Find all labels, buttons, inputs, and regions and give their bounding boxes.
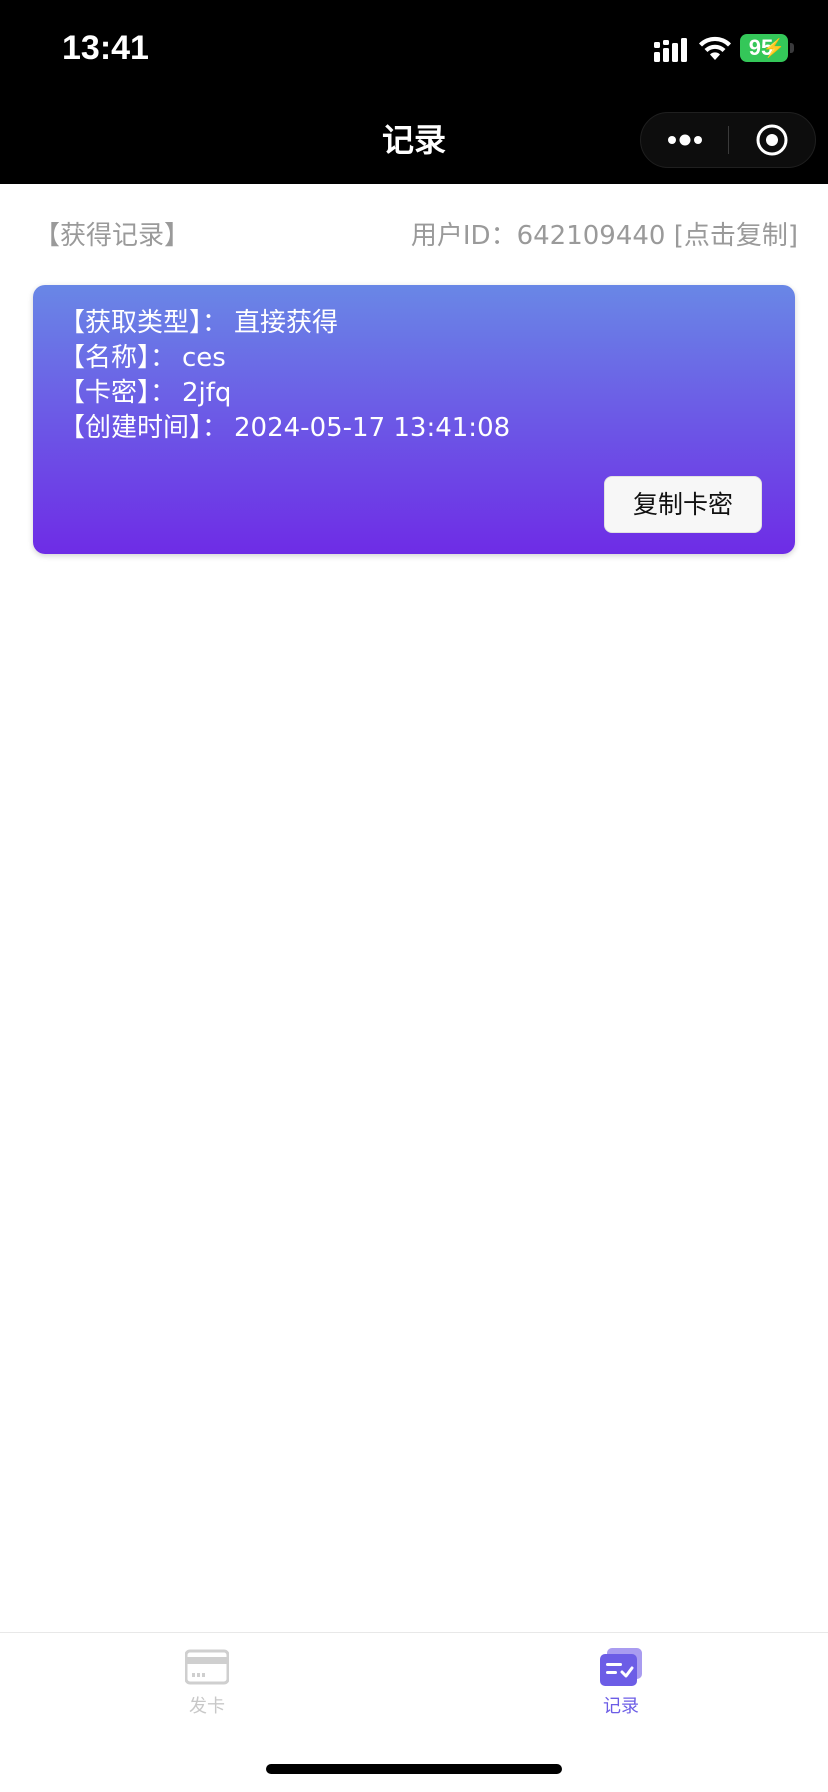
record-type-row: 【获取类型】： 直接获得 [59,305,338,341]
record-code-value: 2jfq [182,378,232,408]
tab-records-label: 记录 [603,1696,639,1717]
card-icon [185,1649,229,1685]
screen: 13:41 95 ⚡ 记录 【获得记录】 用户ID：642109440 [点击复… [0,0,828,1792]
records-icon [600,1648,642,1686]
copy-code-button[interactable]: 复制卡密 [604,476,762,533]
home-indicator [266,1764,562,1774]
record-created-label: 【创建时间】： [59,413,229,443]
record-code-row: 【卡密】： 2jfq [59,375,231,411]
top-bar: 13:41 95 ⚡ 记录 [0,0,828,184]
tab-issue-card-label: 发卡 [189,1696,225,1717]
records-heading: 【获得记录】 [34,221,191,251]
tab-issue-card[interactable]: 发卡 [107,1633,307,1743]
battery-indicator: 95 ⚡ [740,34,788,62]
record-name-label: 【名称】： [59,343,177,373]
record-type-label: 【获取类型】： [59,308,229,338]
user-id-copy-link[interactable]: 用户ID：642109440 [点击复制] [411,218,798,254]
close-mini-program-icon[interactable] [729,113,816,167]
record-code-label: 【卡密】： [59,378,177,408]
mini-program-capsule [640,112,816,168]
record-name-row: 【名称】： ces [59,340,226,376]
status-time: 13:41 [62,29,149,67]
record-name-value: ces [182,343,226,373]
cellular-signal-icon [654,38,687,62]
tab-records[interactable]: 记录 [521,1633,721,1743]
record-created-row: 【创建时间】： 2024-05-17 13:41:08 [59,410,510,446]
record-created-value: 2024-05-17 13:41:08 [234,413,511,443]
wifi-icon [699,36,731,60]
record-type-value: 直接获得 [234,308,339,338]
battery-tip [790,43,794,53]
more-options-icon[interactable] [641,113,728,167]
charging-bolt-icon: ⚡ [762,38,785,58]
record-card: 【获取类型】： 直接获得 【名称】： ces 【卡密】： 2jfq 【创建时间】： 20… [33,285,795,554]
